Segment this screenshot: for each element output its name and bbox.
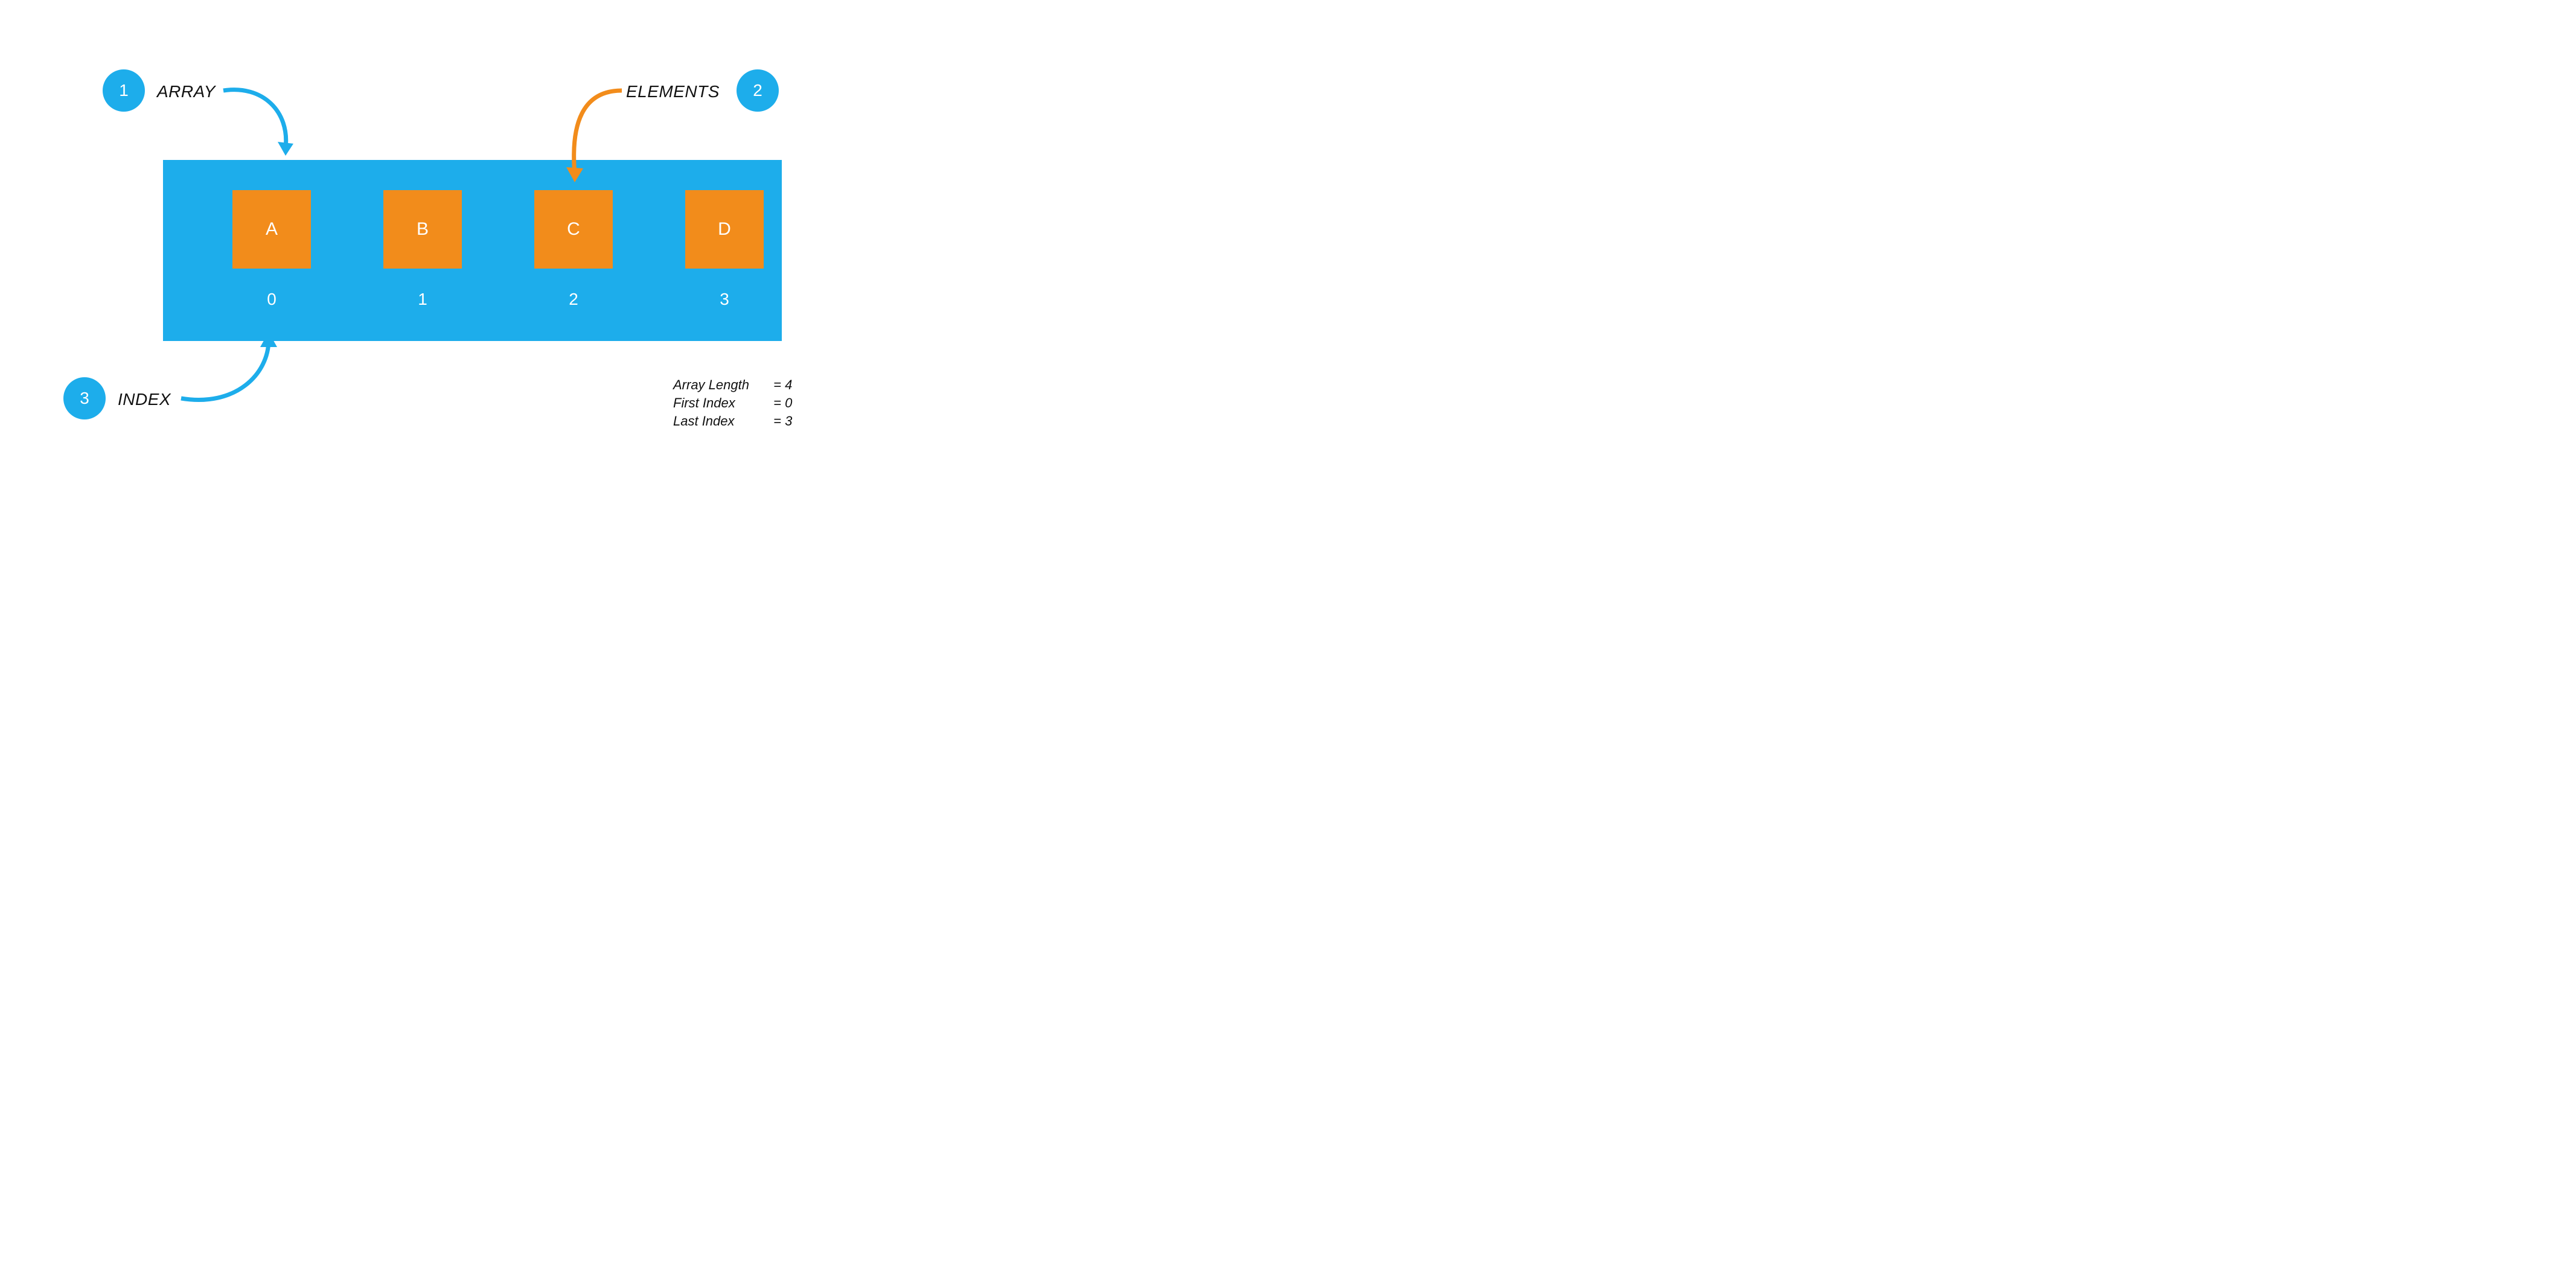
info-label: First Index <box>673 395 770 411</box>
info-label: Array Length <box>673 377 770 393</box>
array-index: 0 <box>232 290 311 309</box>
info-value: = 0 <box>773 395 792 411</box>
badge-elements: 2 <box>737 69 779 112</box>
array-cell: A <box>232 190 311 269</box>
arrow-index-icon <box>178 329 293 413</box>
label-array: ARRAY <box>157 82 216 101</box>
array-cell: C <box>534 190 613 269</box>
array-cell: D <box>685 190 764 269</box>
label-elements: ELEMENTS <box>626 82 720 101</box>
badge-array: 1 <box>103 69 145 112</box>
array-index: 2 <box>534 290 613 309</box>
arrow-array-icon <box>220 78 299 163</box>
array-container: A B C D 0 1 2 3 <box>163 160 782 341</box>
info-array-length: Array Length = 4 <box>673 377 792 393</box>
array-index: 1 <box>383 290 462 309</box>
info-first-index: First Index = 0 <box>673 395 792 411</box>
info-value: = 4 <box>773 377 792 393</box>
array-index: 3 <box>685 290 764 309</box>
label-index: INDEX <box>118 390 171 409</box>
info-value: = 3 <box>773 413 792 429</box>
badge-index: 3 <box>63 377 106 419</box>
array-cell: B <box>383 190 462 269</box>
info-last-index: Last Index = 3 <box>673 413 792 429</box>
info-label: Last Index <box>673 413 770 429</box>
arrow-elements-icon <box>561 78 640 187</box>
